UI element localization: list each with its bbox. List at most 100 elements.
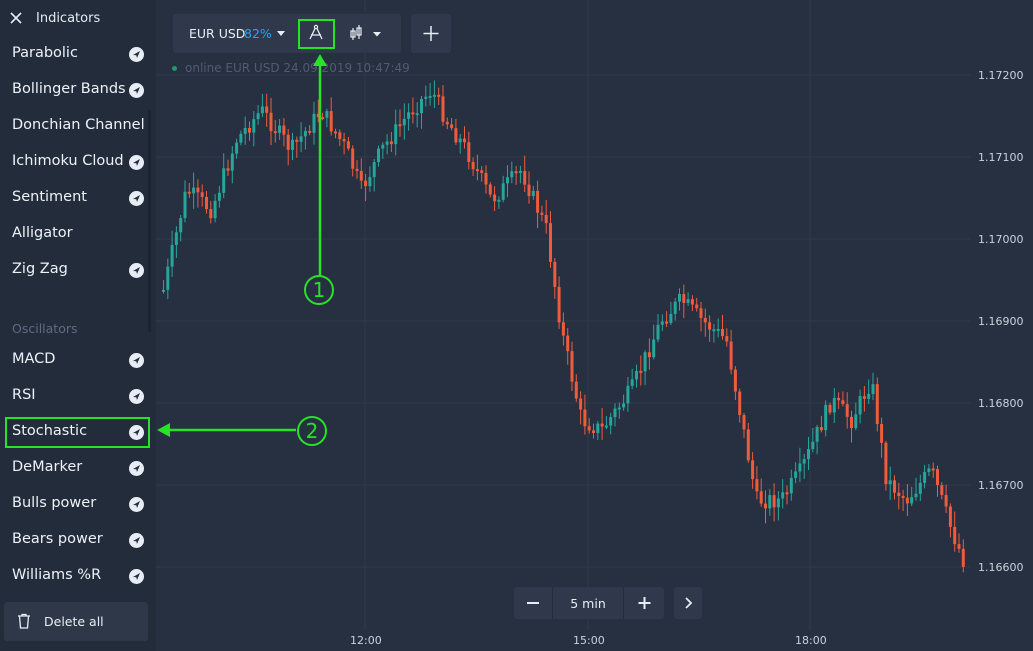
candle-body (389, 141, 393, 145)
candle-body (910, 497, 914, 504)
oscillators-heading: Oscillators (12, 321, 78, 336)
candle-body (303, 130, 307, 137)
candle-body (751, 460, 755, 480)
candle-body (884, 442, 888, 485)
trash-icon (18, 613, 30, 629)
navigate-arrow-icon[interactable] (129, 533, 144, 548)
indicator-item-zig-zag[interactable]: Zig Zag (0, 253, 156, 287)
candle-body (678, 294, 681, 302)
indicator-label: Ichimoku Cloud (12, 153, 124, 169)
candle-body (759, 491, 763, 504)
divider (623, 587, 624, 619)
candle-body (708, 322, 712, 330)
candle-body (583, 409, 587, 427)
indicator-item-williams-r[interactable]: Williams %R (0, 559, 156, 593)
navigate-arrow-icon[interactable] (129, 497, 144, 512)
navigate-arrow-icon[interactable] (129, 263, 144, 278)
candle-body (858, 396, 862, 415)
chart-type-button[interactable] (346, 22, 386, 46)
candle-body (226, 168, 230, 171)
indicator-item-ichimoku-cloud[interactable]: Ichimoku Cloud (0, 145, 156, 179)
zoom-out-button[interactable] (514, 587, 552, 619)
indicator-label: Donchian Channel (12, 117, 145, 133)
candle-body (437, 94, 441, 97)
navigate-arrow-icon[interactable] (129, 155, 144, 170)
candle-body (523, 170, 527, 185)
candle-body (815, 427, 819, 442)
candle-body (665, 321, 669, 324)
indicator-item-alligator[interactable]: Alligator (0, 217, 156, 251)
candle-body (235, 142, 239, 154)
price-tick-label: 1.16600 (978, 561, 1024, 574)
indicator-item-bollinger-bands[interactable]: Bollinger Bands (0, 73, 156, 107)
candle-body (402, 118, 406, 126)
candle-body (660, 321, 664, 325)
candle-body (415, 113, 419, 116)
navigate-arrow-icon[interactable] (129, 191, 144, 206)
panel-title: Indicators (36, 11, 101, 26)
add-chart-button[interactable] (411, 14, 451, 53)
navigate-arrow-icon[interactable] (129, 461, 144, 476)
price-tick-label: 1.16800 (978, 397, 1024, 410)
zoom-in-button[interactable] (625, 587, 664, 619)
candle-body (768, 495, 772, 509)
candle-body (811, 441, 815, 449)
candle-body (174, 232, 178, 246)
candle-body (738, 391, 742, 416)
candle-body (518, 170, 522, 173)
price-tick-label: 1.16900 (978, 315, 1024, 328)
indicator-item-bears-power[interactable]: Bears power (0, 523, 156, 557)
indicator-item-parabolic[interactable]: Parabolic (0, 37, 156, 71)
candle-body (729, 341, 733, 370)
candle-body (299, 136, 303, 142)
candle-body (639, 370, 643, 373)
candle-body (854, 414, 858, 429)
navigate-arrow-icon[interactable] (129, 47, 144, 62)
candle-body (673, 301, 677, 314)
candle-body (733, 369, 737, 392)
candle-body (557, 286, 561, 323)
navigate-arrow-icon[interactable] (129, 353, 144, 368)
indicator-label: RSI (12, 387, 36, 403)
indicator-item-bulls-power[interactable]: Bulls power (0, 487, 156, 521)
scrollbar[interactable] (148, 110, 151, 332)
candle-body (200, 192, 204, 197)
connection-status: online EUR USD 24.09.2019 10:47:49 (172, 61, 410, 75)
scroll-forward-button[interactable] (674, 587, 702, 619)
indicator-label: Zig Zag (12, 261, 68, 277)
indicator-item-rsi[interactable]: RSI (0, 379, 156, 413)
candle-body (346, 141, 350, 149)
candle-body (549, 223, 552, 262)
candle-body (196, 187, 200, 193)
candle-body (536, 190, 540, 213)
indicator-item-donchian-channel[interactable]: Donchian Channel (0, 109, 156, 143)
candle-body (192, 187, 196, 194)
candle-body (243, 127, 247, 134)
drawing-tools-button[interactable] (298, 19, 335, 49)
chevron-down-icon[interactable] (277, 31, 285, 36)
candle-body (635, 370, 638, 380)
candle-body (785, 492, 789, 495)
navigate-arrow-icon[interactable] (129, 389, 144, 404)
candle-body (506, 177, 509, 184)
candle-body (871, 384, 875, 395)
candle-body (527, 184, 531, 197)
asset-pair-selector[interactable]: EUR USD (189, 26, 245, 41)
indicator-item-sentiment[interactable]: Sentiment (0, 181, 156, 215)
candle-body (454, 128, 458, 143)
timeframe-label[interactable]: 5 min (553, 596, 623, 611)
candle-body (248, 127, 251, 133)
candle-body (880, 424, 884, 443)
stochastic-highlight (5, 417, 150, 448)
candle-body (807, 448, 810, 460)
navigate-arrow-icon[interactable] (129, 83, 144, 98)
indicator-item-demarker[interactable]: DeMarker (0, 451, 156, 485)
delete-all-button[interactable]: Delete all (4, 602, 148, 641)
indicator-label: Bears power (12, 531, 103, 547)
navigate-arrow-icon[interactable] (129, 569, 144, 584)
candle-body (931, 468, 935, 471)
candle-body (501, 183, 505, 200)
indicator-item-macd[interactable]: MACD (0, 343, 156, 377)
close-icon[interactable] (9, 11, 23, 25)
time-tick-label: 18:00 (795, 634, 827, 647)
